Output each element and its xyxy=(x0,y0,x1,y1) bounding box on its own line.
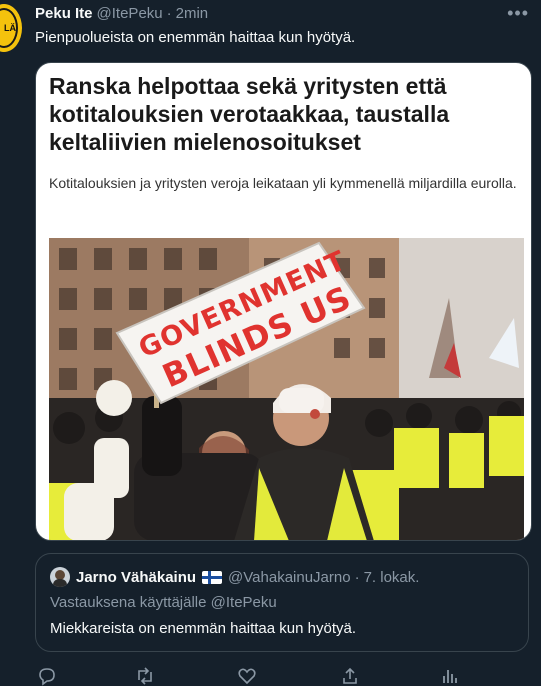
reply-context: Vastauksena käyttäjälle @ItePeku xyxy=(50,594,277,611)
card-title[interactable]: Ranska helpottaa sekä yritysten että kot… xyxy=(49,72,519,156)
quoted-date[interactable]: 7. lokak. xyxy=(364,569,420,586)
reply-icon[interactable] xyxy=(37,666,57,686)
like-icon[interactable] xyxy=(237,666,257,686)
analytics-icon[interactable] xyxy=(440,666,460,686)
author-avatar[interactable]: LÄ xyxy=(0,4,22,52)
link-card[interactable]: Ranska helpottaa sekä yritysten että kot… xyxy=(35,62,532,541)
more-icon[interactable]: ••• xyxy=(507,3,529,24)
tweet-action-bar xyxy=(35,664,515,686)
quoted-author-name[interactable]: Jarno Vähäkainu xyxy=(76,569,196,586)
quoted-author-avatar[interactable] xyxy=(50,567,70,587)
quoted-tweet-header: Jarno Vähäkainu @VahakainuJarno · 7. lok… xyxy=(50,567,419,587)
retweet-icon[interactable] xyxy=(135,666,155,686)
author-name[interactable]: Peku Ite xyxy=(35,5,93,22)
author-handle[interactable]: @ItePeku xyxy=(97,5,163,22)
avatar-logo-text: LÄ xyxy=(4,23,16,33)
tweet-time[interactable]: 2min xyxy=(176,5,209,22)
share-icon[interactable] xyxy=(340,666,360,686)
quoted-separator: · xyxy=(354,568,360,586)
card-description: Kotitalouksien ja yritysten veroja leika… xyxy=(49,175,517,191)
news-photo[interactable]: GOVERNMENT BLINDS US xyxy=(49,238,524,541)
quoted-tweet-text: Miekkareista on enemmän haittaa kun hyöt… xyxy=(50,620,356,637)
tweet-header: Peku Ite @ItePeku · 2min xyxy=(35,5,208,22)
time-separator: · xyxy=(166,5,172,22)
tweet-text: Pienpuolueista on enemmän haittaa kun hy… xyxy=(35,29,356,46)
quoted-author-handle[interactable]: @VahakainuJarno xyxy=(228,569,351,586)
quoted-tweet[interactable]: Jarno Vähäkainu @VahakainuJarno · 7. lok… xyxy=(35,553,529,652)
finland-flag-icon xyxy=(202,570,223,584)
